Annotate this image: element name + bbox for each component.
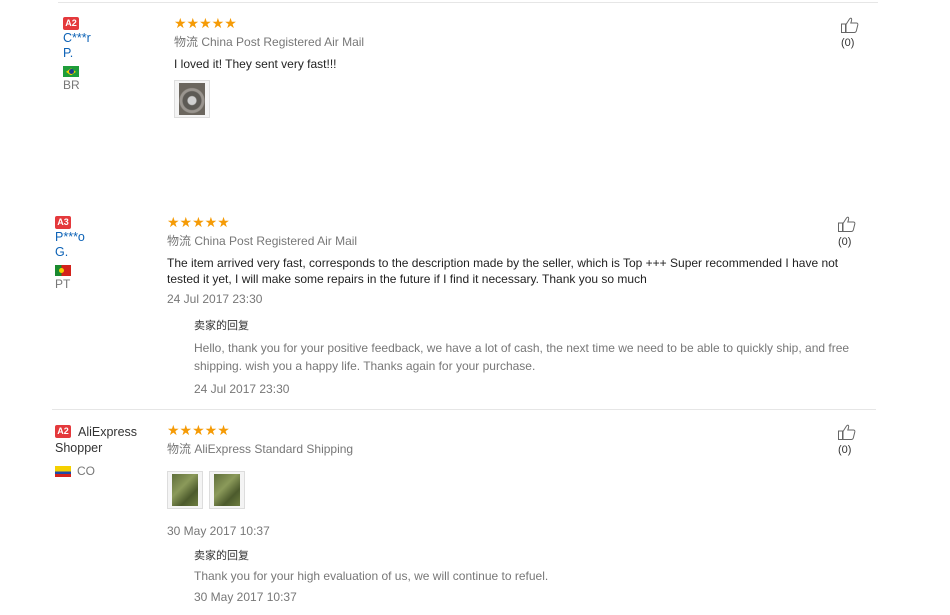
seller-reply: 卖家的回复 Thank you for your high evaluation… xyxy=(194,549,867,605)
brazil-flag-icon xyxy=(63,66,79,78)
review-date: 24 Jul 2017 23:30 xyxy=(167,292,263,306)
country-code: PT xyxy=(55,276,71,291)
review-date: 30 May 2017 10:37 xyxy=(167,524,270,538)
reviewer-name-line2: Shopper xyxy=(55,440,103,455)
helpful-button[interactable]: (0) xyxy=(838,215,858,248)
thumbs-up-icon xyxy=(838,424,856,441)
helpful-count: (0) xyxy=(838,444,852,456)
case-photo-image xyxy=(214,474,240,506)
reviewer-name[interactable]: AliExpress xyxy=(78,425,137,439)
reviewer-country: PT xyxy=(55,263,85,291)
reviewer-country: CO xyxy=(55,464,155,478)
star-rating: ★★★★★ xyxy=(167,422,230,438)
review-text: I loved it! They sent very fast!!! xyxy=(174,57,337,71)
reviewer-info: A2 AliExpress Shopper CO xyxy=(55,423,155,478)
country-code: BR xyxy=(63,77,80,92)
country-code: CO xyxy=(77,463,95,478)
reviewer-name[interactable]: P***o G. xyxy=(55,230,85,259)
review-photos xyxy=(167,471,867,511)
thumbs-up-icon xyxy=(841,17,859,34)
seller-reply-line: Hello, thank you for your positive feedb… xyxy=(194,341,850,355)
shipping-method: 物流 AliExpress Standard Shipping xyxy=(167,442,354,456)
review-photo-thumbnail[interactable] xyxy=(209,471,245,509)
helpful-button[interactable]: (0) xyxy=(841,16,861,49)
reviewer-info: A2C***r P. BR xyxy=(63,16,91,92)
helpful-count: (0) xyxy=(838,236,852,248)
helpful-button[interactable]: (0) xyxy=(838,423,858,456)
shipping-method: 物流 China Post Registered Air Mail xyxy=(174,35,365,49)
thumbs-up-icon xyxy=(838,216,856,233)
reviewer-country: BR xyxy=(63,64,91,92)
buyer-level-badge: A3 xyxy=(55,216,71,230)
review-content: ★★★★★ 物流 China Post Registered Air Mail … xyxy=(174,15,824,128)
seller-reply-date: 24 Jul 2017 23:30 xyxy=(194,382,290,396)
reviewer-info: A3P***o G. PT xyxy=(55,215,85,291)
helpful-count: (0) xyxy=(841,37,855,49)
review-text-line: The item arrived very fast, corresponds … xyxy=(167,256,839,270)
seller-reply: 卖家的回复 Hello, thank you for your positive… xyxy=(194,319,867,397)
review-photo-thumbnail[interactable] xyxy=(174,80,210,118)
review-text-line: tested it yet, I will make some repairs … xyxy=(167,272,647,286)
colombia-flag-icon xyxy=(55,466,71,478)
star-rating: ★★★★★ xyxy=(174,15,237,31)
portugal-flag-icon xyxy=(55,265,71,277)
seller-reply-title: 卖家的回复 xyxy=(194,320,249,332)
shipping-method: 物流 China Post Registered Air Mail xyxy=(167,234,358,248)
review-divider xyxy=(52,409,876,410)
buyer-level-badge: A2 xyxy=(55,425,71,439)
seller-reply-title: 卖家的回复 xyxy=(194,550,249,562)
case-photo-image xyxy=(172,474,198,506)
star-rating: ★★★★★ xyxy=(167,214,230,230)
review-date-cutoff xyxy=(174,123,824,128)
seller-reply-date: 30 May 2017 10:37 xyxy=(194,590,297,604)
seller-reply-line: shipping. wish you a happy life. Thanks … xyxy=(194,359,536,373)
review-photo-thumbnail[interactable] xyxy=(167,471,203,509)
review-text: The item arrived very fast, corresponds … xyxy=(167,255,867,287)
buyer-level-badge: A2 xyxy=(63,17,79,31)
review-content: ★★★★★ 物流 China Post Registered Air Mail … xyxy=(167,214,867,397)
seller-reply-text: Hello, thank you for your positive feedb… xyxy=(194,339,867,375)
review-content: ★★★★★ 物流 AliExpress Standard Shipping 30… xyxy=(167,422,867,605)
seller-reply-text: Thank you for your high evaluation of us… xyxy=(194,569,549,583)
ring-photo-image xyxy=(179,83,205,115)
reviewer-name[interactable]: C***r P. xyxy=(63,31,91,60)
divider-top xyxy=(58,2,878,3)
review-photos xyxy=(174,80,824,120)
